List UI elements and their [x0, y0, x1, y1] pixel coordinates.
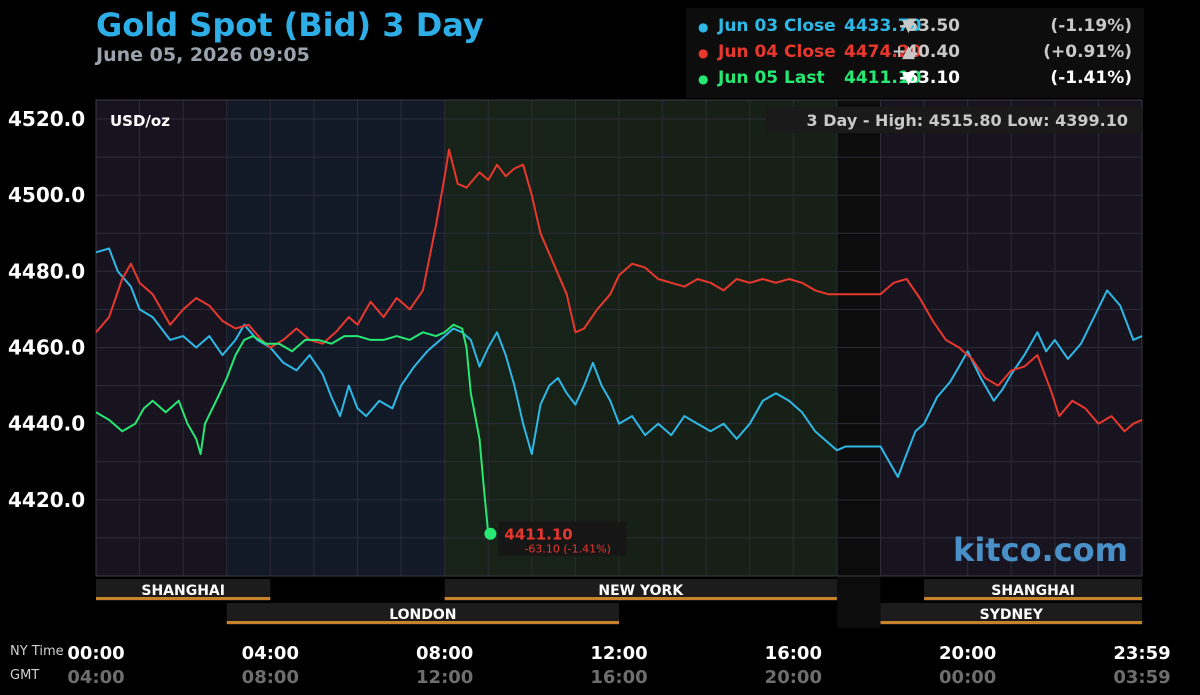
x-tick-ny-label: 04:00: [242, 643, 299, 664]
y-tick-label: 4460.0: [8, 336, 85, 360]
session-label: SHANGHAI: [141, 583, 225, 599]
x-tick-ny-label: 20:00: [939, 643, 996, 664]
x-tick-ny-label: 08:00: [416, 643, 473, 664]
x-tick-gmt-label: 04:00: [67, 667, 124, 688]
range-note: 3 Day - High: 4515.80 Low: 4399.10: [807, 111, 1128, 130]
session-label: NEW YORK: [598, 583, 684, 599]
y-tick-label: 4520.0: [8, 107, 85, 131]
x-tick-ny-label: 23:59: [1113, 643, 1170, 664]
last-change-label: -63.10 (-1.41%): [524, 543, 610, 556]
ny-time-label: NY Time: [10, 644, 64, 659]
x-tick-ny-label: 00:00: [67, 643, 124, 664]
y-tick-label: 4500.0: [8, 183, 85, 207]
y-tick-label: 4440.0: [8, 412, 85, 436]
last-price-label: 4411.10: [504, 526, 572, 544]
x-tick-ny-label: 12:00: [590, 643, 647, 664]
x-tick-gmt-label: 03:59: [1113, 667, 1170, 688]
kitco-watermark: kitco.com: [953, 531, 1128, 569]
x-tick-ny-label: 16:00: [765, 643, 822, 664]
x-tick-gmt-label: 08:00: [242, 667, 299, 688]
x-tick-gmt-label: 16:00: [590, 667, 647, 688]
gmt-label: GMT: [10, 668, 39, 683]
x-tick-gmt-label: 12:00: [416, 667, 473, 688]
last-point-marker: [484, 527, 497, 540]
y-tick-label: 4420.0: [8, 488, 85, 512]
unit-label: USD/oz: [110, 112, 170, 130]
x-tick-gmt-label: 20:00: [765, 667, 822, 688]
market-closed-band: [836, 100, 881, 628]
x-tick-gmt-label: 00:00: [939, 667, 996, 688]
gold-price-chart: SHANGHAI LONDON NEW YORK SYDNEY SHANGHAI USD…: [8, 99, 1171, 688]
trading-sessions: SHANGHAI LONDON NEW YORK SYDNEY SHANGHAI: [96, 579, 1142, 625]
session-label: LONDON: [389, 607, 456, 623]
y-tick-label: 4480.0: [8, 259, 85, 283]
session-label: SHANGHAI: [991, 583, 1075, 599]
session-label: SYDNEY: [980, 607, 1044, 623]
